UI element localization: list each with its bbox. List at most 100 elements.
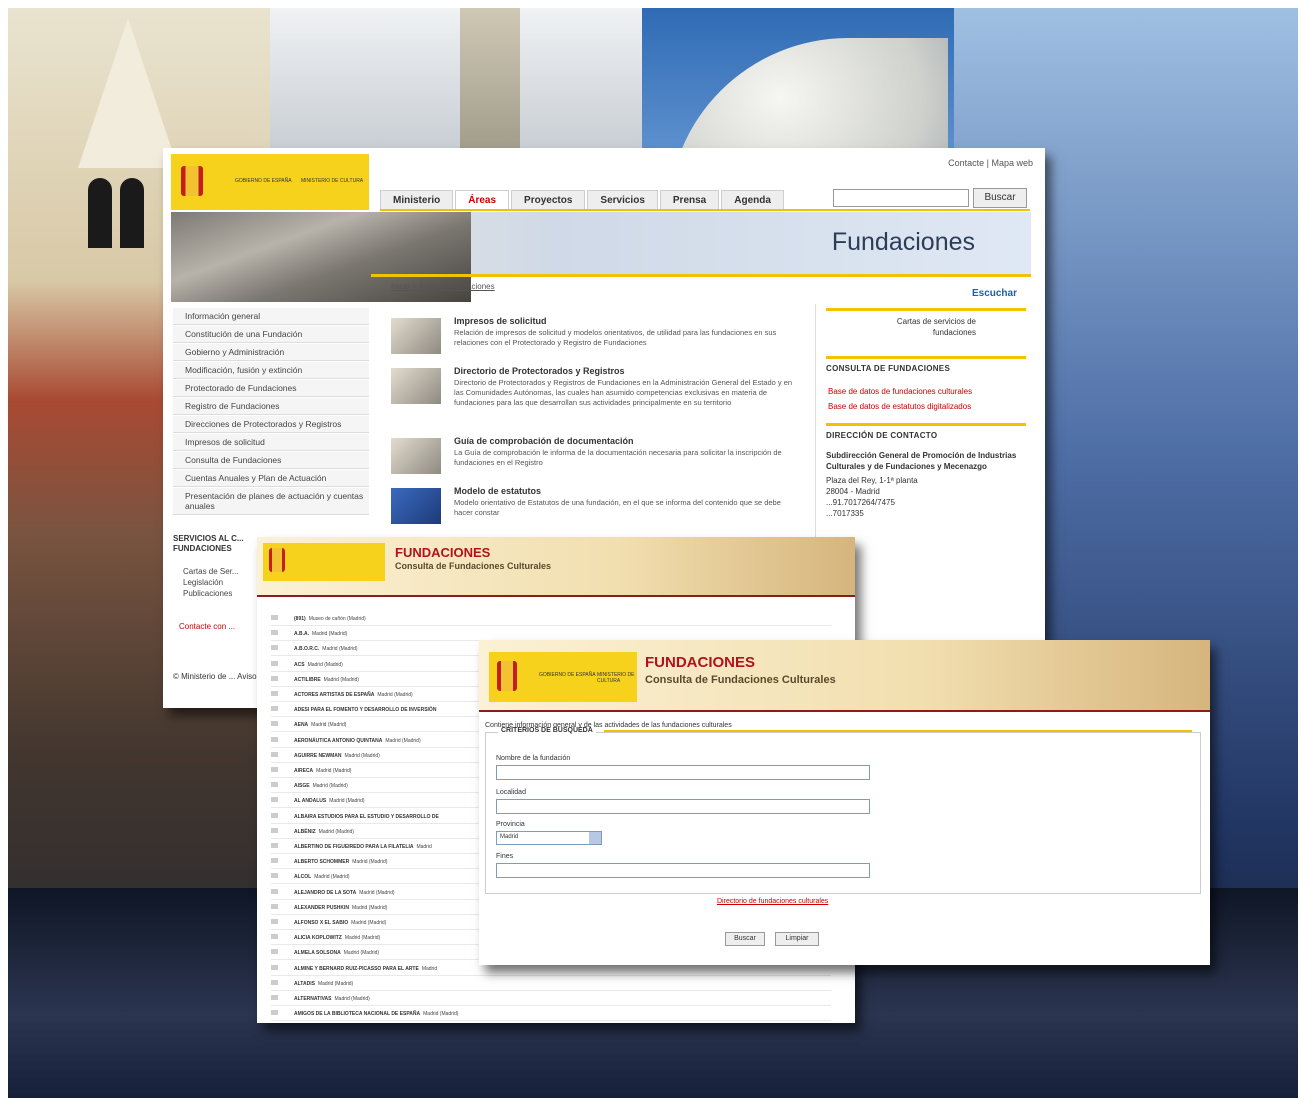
- table-row[interactable]: ALTADIS Madrid (Madrid): [271, 979, 353, 987]
- foundation-name[interactable]: ALCOL: [294, 874, 311, 880]
- foundation-name[interactable]: ALFONSO X EL SABIO: [294, 920, 348, 926]
- locality-input[interactable]: [496, 799, 870, 814]
- foundation-name[interactable]: A.B.A.: [294, 631, 309, 637]
- cathedral-spire: [78, 18, 178, 168]
- table-row[interactable]: AISGE Madrid (Madrid): [271, 782, 348, 789]
- tab-agenda[interactable]: Agenda: [721, 190, 784, 210]
- purposes-input[interactable]: [496, 863, 870, 878]
- sidebar-item[interactable]: Modificación, fusión y extinción: [173, 362, 369, 379]
- table-row[interactable]: AIRECA Madrid (Madrid): [271, 767, 351, 774]
- table-row[interactable]: ALCOL Madrid (Madrid): [271, 873, 350, 880]
- row-bullet-icon: [271, 812, 278, 818]
- table-row[interactable]: A.B.A. Madrid (Madrid): [271, 630, 347, 637]
- cartas-link[interactable]: Cartas de servicios de fundaciones: [876, 316, 976, 338]
- table-row[interactable]: ADESI PARA EL FOMENTO Y DESARROLLO DE IN…: [271, 706, 439, 713]
- foundation-name[interactable]: ACTORES ARTISTAS DE ESPAÑA: [294, 692, 374, 698]
- services-list: Cartas de Ser... Legislación Publicacion…: [183, 566, 239, 599]
- sidebar-item[interactable]: Consulta de Fundaciones: [173, 452, 369, 469]
- row-bullet-icon: [271, 843, 278, 848]
- search-input[interactable]: [833, 189, 969, 207]
- content-item: Directorio de Protectorados y Registros …: [391, 366, 796, 408]
- sidebar-item[interactable]: Constitución de una Fundación: [173, 326, 369, 343]
- foundation-name[interactable]: ALTADIS: [294, 981, 315, 987]
- tab-prensa[interactable]: Prensa: [659, 190, 720, 210]
- services-item[interactable]: Legislación: [183, 577, 239, 588]
- foundation-name[interactable]: AENA: [294, 722, 308, 728]
- table-row[interactable]: ALICIA KOPLOWITZ Madrid (Madrid): [271, 934, 380, 941]
- tab-ministerio[interactable]: Ministerio: [380, 190, 454, 210]
- foundation-name[interactable]: ACS: [294, 662, 305, 668]
- sidebar-item[interactable]: Direcciones de Protectorados y Registros: [173, 416, 369, 433]
- foundation-name[interactable]: AERONÁUTICA ANTONIO QUINTANA: [294, 738, 382, 744]
- table-row[interactable]: ACS Madrid (Madrid): [271, 660, 343, 668]
- database-link[interactable]: Base de datos de fundaciones culturales: [828, 387, 1026, 396]
- sidebar-item[interactable]: Protectorado de Fundaciones: [173, 380, 369, 397]
- table-row[interactable]: ALMELA SOLSONA Madrid (Madrid): [271, 949, 379, 956]
- tab-proyectos[interactable]: Proyectos: [511, 190, 586, 210]
- foundation-name[interactable]: AMIGOS DE LA BIBLIOTECA NACIONAL DE ESPA…: [294, 1011, 420, 1017]
- table-row[interactable]: ALTERNATIVAS Madrid (Madrid): [271, 995, 370, 1002]
- table-row[interactable]: ALBÉNIZ Madrid (Madrid): [271, 827, 354, 835]
- tab-servicios[interactable]: Servicios: [587, 190, 658, 210]
- table-row[interactable]: ALMINE Y BERNARD RUIZ-PICASSO PARA EL AR…: [271, 964, 437, 972]
- directory-link[interactable]: Directorio de fundaciones culturales: [717, 898, 828, 905]
- foundation-name[interactable]: ALEXANDER PUSHKIN: [294, 905, 349, 911]
- foundation-name[interactable]: ACTILIBRE: [294, 677, 321, 683]
- contact-link[interactable]: Contacte con ...: [179, 622, 235, 631]
- foundation-name[interactable]: ALTERNATIVAS: [294, 996, 332, 1002]
- foundation-name[interactable]: (891): [294, 616, 306, 622]
- contact-fax: ...7017335: [826, 509, 864, 518]
- foundation-name[interactable]: ALBERTINO DE FIGUEIREDO PARA LA FILATELI…: [294, 844, 413, 850]
- foundation-name[interactable]: ALEJANDRO DE LA SOTA: [294, 890, 356, 896]
- table-row[interactable]: AL ANDALUS Madrid (Madrid): [271, 797, 365, 804]
- foundation-name[interactable]: ADESI PARA EL FOMENTO Y DESARROLLO DE IN…: [294, 707, 436, 713]
- table-row[interactable]: AERONÁUTICA ANTONIO QUINTANA Madrid (Madr…: [271, 736, 421, 744]
- table-row[interactable]: A.B.O.R.C. Madrid (Madrid): [271, 645, 358, 652]
- sidebar-item[interactable]: Información general: [173, 308, 369, 325]
- table-row[interactable]: ALEXANDER PUSHKIN Madrid (Madrid): [271, 903, 387, 911]
- sidebar-item[interactable]: Presentación de planes de actuación y cu…: [173, 488, 369, 515]
- services-item[interactable]: Publicaciones: [183, 588, 239, 599]
- breadcrumb[interactable]: Inicio > Áreas > Fundaciones: [391, 282, 495, 291]
- foundation-name[interactable]: AIRECA: [294, 768, 313, 774]
- table-row[interactable]: ALBAIRA ESTUDIOS PARA EL ESTUDIO Y DESAR…: [271, 812, 442, 820]
- sidebar-item[interactable]: Registro de Fundaciones: [173, 398, 369, 415]
- table-row[interactable]: AGUIRRE NEWMAN Madrid (Madrid): [271, 751, 380, 759]
- foundation-name[interactable]: ALMELA SOLSONA: [294, 950, 341, 956]
- table-row[interactable]: ALFONSO X EL SABIO Madrid (Madrid): [271, 919, 386, 926]
- database-link[interactable]: Base de datos de estatutos digitalizados: [828, 402, 1026, 411]
- table-row[interactable]: AMIGOS DE LA BIBLIOTECA NACIONAL DE ESPA…: [271, 1010, 458, 1017]
- province-select[interactable]: Madrid: [496, 831, 602, 845]
- services-item[interactable]: Cartas de Ser...: [183, 566, 239, 577]
- table-row[interactable]: ACTILIBRE Madrid (Madrid): [271, 675, 359, 683]
- foundation-name[interactable]: A.B.O.R.C.: [294, 646, 319, 652]
- table-row[interactable]: AENA Madrid (Madrid): [271, 721, 346, 728]
- item-title[interactable]: Modelo de estatutos: [454, 486, 796, 496]
- sidebar-item[interactable]: Impresos de solicitud: [173, 434, 369, 451]
- foundation-name[interactable]: ALMINE Y BERNARD RUIZ-PICASSO PARA EL AR…: [294, 966, 419, 972]
- foundation-name[interactable]: ALBERTO SCHOMMER: [294, 859, 349, 865]
- item-title[interactable]: Guía de comprobación de documentación: [454, 436, 796, 446]
- table-row[interactable]: ALBERTINO DE FIGUEIREDO PARA LA FILATELI…: [271, 843, 432, 850]
- table-row[interactable]: ACTORES ARTISTAS DE ESPAÑA Madrid (Madrid…: [271, 691, 413, 698]
- sidebar-item[interactable]: Cuentas Anuales y Plan de Actuación: [173, 470, 369, 487]
- search-button[interactable]: Buscar: [973, 188, 1027, 208]
- foundation-name[interactable]: ALICIA KOPLOWITZ: [294, 935, 342, 941]
- listen-button[interactable]: Escuchar: [972, 288, 1017, 299]
- item-title[interactable]: Impresos de solicitud: [454, 316, 796, 326]
- name-input[interactable]: [496, 765, 870, 780]
- item-title[interactable]: Directorio de Protectorados y Registros: [454, 366, 796, 376]
- search-button[interactable]: Buscar: [725, 932, 765, 946]
- clear-button[interactable]: Limpiar: [775, 932, 819, 946]
- foundation-name[interactable]: AL ANDALUS: [294, 798, 326, 804]
- tab-areas[interactable]: Áreas: [455, 190, 510, 210]
- table-row[interactable]: ALEJANDRO DE LA SOTA Madrid (Madrid): [271, 888, 395, 896]
- top-links[interactable]: Contacte | Mapa web: [948, 158, 1033, 168]
- table-row[interactable]: ALBERTO SCHOMMER Madrid (Madrid): [271, 858, 387, 865]
- table-row[interactable]: (891) Museo de cañón (Madrid): [271, 615, 366, 622]
- foundation-name[interactable]: AGUIRRE NEWMAN: [294, 753, 342, 759]
- foundation-name[interactable]: ALBAIRA ESTUDIOS PARA EL ESTUDIO Y DESAR…: [294, 814, 439, 820]
- sidebar-item[interactable]: Gobierno y Administración: [173, 344, 369, 361]
- foundation-name[interactable]: ALBÉNIZ: [294, 829, 316, 835]
- foundation-name[interactable]: AISGE: [294, 783, 310, 789]
